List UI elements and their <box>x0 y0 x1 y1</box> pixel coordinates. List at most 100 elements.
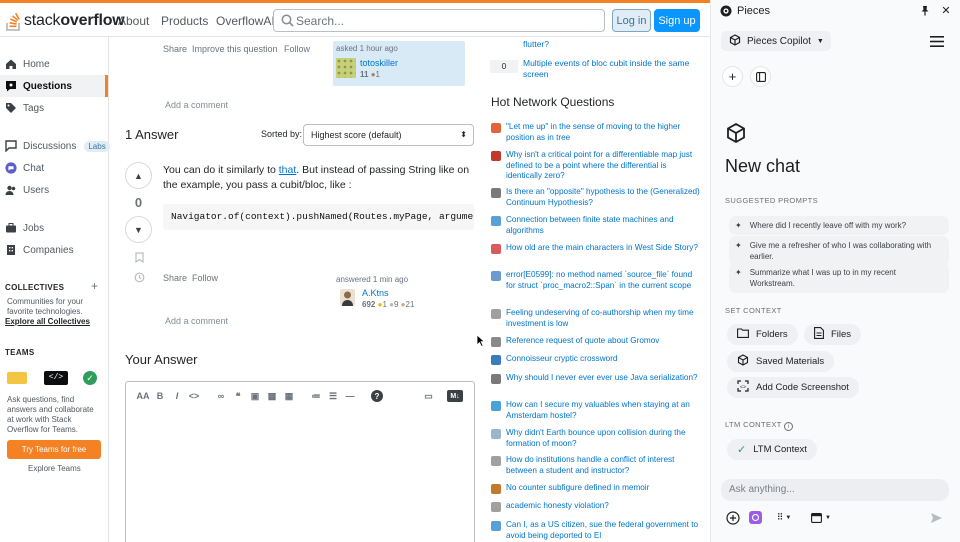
hot-question-link[interactable]: How do institutions handle a conflict of… <box>506 455 701 476</box>
follow-question-link[interactable]: Follow <box>284 44 310 54</box>
hot-question-link[interactable]: How can I secure my valuables when stayi… <box>506 400 701 421</box>
suggested-prompt[interactable]: ✦ Give me a refresher of who I was collab… <box>729 236 949 266</box>
context-folders-button[interactable]: Folders <box>727 324 798 345</box>
suggested-prompt[interactable]: ✦ Where did I recently leave off with my … <box>729 216 949 235</box>
hot-question-link[interactable]: Can I, as a US citizen, sue the federal … <box>506 520 701 541</box>
explore-teams-link[interactable]: Explore Teams <box>28 464 81 473</box>
sidebar-item-discussions[interactable]: Discussions Labs <box>0 135 110 157</box>
model-selector-icon[interactable] <box>749 511 762 524</box>
answerer-name[interactable]: A.Ktns <box>362 288 389 298</box>
stackoverflow-logo[interactable]: stackoverflow <box>6 9 125 33</box>
avatar[interactable] <box>336 58 356 78</box>
preview-icon[interactable]: ▭ <box>421 390 436 402</box>
sidebar-item-tags[interactable]: Tags <box>0 97 108 119</box>
snippet-selector-icon[interactable]: ⠿ ▼ <box>773 511 795 524</box>
add-attachment-icon[interactable] <box>725 510 740 525</box>
inline-code-icon[interactable]: <> <box>188 390 200 402</box>
ask-input-box[interactable] <box>721 479 949 501</box>
nav-overflowai[interactable]: OverflowAI <box>216 14 275 28</box>
add-comment-link[interactable]: Add a comment <box>165 100 228 110</box>
hot-question-link[interactable]: Is there an "opposite" hypothesis to the… <box>506 187 701 208</box>
hot-question-item[interactable]: Why didn't Earth bounce upon collision d… <box>491 428 701 449</box>
new-chat-button[interactable]: + <box>722 66 743 87</box>
improve-question-link[interactable]: Improve this question <box>192 44 278 54</box>
hot-question-link[interactable]: Why should I never ever ever use Java se… <box>506 373 698 384</box>
code-block-icon[interactable]: ▣ <box>249 390 261 402</box>
share-answer-link[interactable]: Share <box>163 273 187 283</box>
hot-question-item[interactable]: How can I secure my valuables when stayi… <box>491 400 701 421</box>
hot-question-item[interactable]: How do institutions handle a conflict of… <box>491 455 701 476</box>
hot-question-item[interactable]: Feeling undeserving of co-authorship whe… <box>491 308 701 329</box>
heading-icon[interactable]: AA <box>136 390 150 402</box>
toggle-sidebar-button[interactable] <box>750 66 771 87</box>
hot-question-link[interactable]: Feeling undeserving of co-authorship whe… <box>506 308 701 329</box>
context-add-screenshot-button[interactable]: <> Add Code Screenshot <box>727 377 859 398</box>
hot-question-link[interactable]: Connoisseur cryptic crossword <box>506 354 617 365</box>
blockquote-icon[interactable]: ❝ <box>232 390 244 402</box>
hot-question-link[interactable]: error[E0599]: no method named `source_fi… <box>506 270 701 291</box>
nav-about[interactable]: About <box>118 14 149 28</box>
info-icon[interactable]: i <box>784 422 794 431</box>
history-icon[interactable] <box>133 271 145 283</box>
image-icon[interactable]: ▩ <box>266 390 278 402</box>
help-icon[interactable]: ? <box>371 390 383 402</box>
context-files-button[interactable]: Files <box>804 324 862 345</box>
hot-question-item[interactable]: "Let me up" in the sense of moving to th… <box>491 122 701 143</box>
sidebar-item-questions[interactable]: Questions <box>0 75 108 97</box>
send-icon[interactable] <box>929 511 943 524</box>
hot-question-link[interactable]: Why isn't a critical point for a differe… <box>506 150 701 182</box>
share-question-link[interactable]: Share <box>163 44 187 54</box>
related-question-link[interactable]: flutter? <box>523 39 549 50</box>
signup-button[interactable]: Sign up <box>654 9 700 32</box>
follow-answer-link[interactable]: Follow <box>192 273 218 283</box>
avatar[interactable] <box>340 289 355 306</box>
hot-question-item[interactable]: academic honesty violation? <box>491 501 701 512</box>
hot-question-link[interactable]: "Let me up" in the sense of moving to th… <box>506 122 701 143</box>
nav-products[interactable]: Products <box>161 14 208 28</box>
try-teams-button[interactable]: Try Teams for free <box>7 440 101 459</box>
hot-question-item[interactable]: No counter subfigure defined in memoir <box>491 483 701 494</box>
hot-question-link[interactable]: Reference request of quote about Gromov <box>506 336 659 347</box>
downvote-button[interactable]: ▼ <box>125 216 152 243</box>
table-icon[interactable]: ▦ <box>283 390 295 402</box>
hot-question-link[interactable]: Connection between finite state machines… <box>506 215 701 236</box>
add-comment-link[interactable]: Add a comment <box>165 316 228 326</box>
add-collective-icon[interactable]: + <box>91 279 98 293</box>
bookmark-icon[interactable] <box>133 251 145 263</box>
bullet-list-icon[interactable]: ☰ <box>327 390 339 402</box>
sidebar-item-home[interactable]: Home <box>0 53 108 75</box>
asker-name[interactable]: totoskiller <box>360 58 398 68</box>
login-button[interactable]: Log in <box>612 9 651 32</box>
sort-select[interactable]: Highest score (default) ⬍ <box>303 124 474 146</box>
sidebar-item-companies[interactable]: Companies <box>0 239 108 261</box>
calendar-selector-icon[interactable]: ▼ <box>809 511 833 524</box>
hot-question-link[interactable]: How old are the main characters in West … <box>506 243 698 254</box>
ordered-list-icon[interactable]: ≔ <box>310 390 322 402</box>
hot-question-item[interactable]: Connection between finite state machines… <box>491 215 701 236</box>
sidebar-item-users[interactable]: Users <box>0 179 108 201</box>
markdown-icon[interactable]: M↓ <box>447 390 463 402</box>
close-icon[interactable]: ✕ <box>940 4 952 17</box>
hot-question-item[interactable]: Can I, as a US citizen, sue the federal … <box>491 520 701 541</box>
sidebar-item-chat[interactable]: Chat <box>0 157 108 179</box>
hot-question-item[interactable]: Why should I never ever ever use Java se… <box>491 373 701 384</box>
ask-input[interactable] <box>729 484 939 495</box>
hot-question-item[interactable]: Is there an "opposite" hypothesis to the… <box>491 187 701 208</box>
copilot-selector[interactable]: Pieces Copilot ▼ <box>721 31 831 51</box>
context-saved-materials-button[interactable]: Saved Materials <box>727 351 835 372</box>
search-box[interactable] <box>273 9 605 32</box>
answer-editor[interactable]: AA B I <> ∞ ❝ ▣ ▩ ▦ ≔ ☰ — ? ▭ M↓ <box>125 381 475 542</box>
hot-question-item[interactable]: How old are the main characters in West … <box>491 243 701 254</box>
hot-question-item[interactable]: Connoisseur cryptic crossword <box>491 354 701 365</box>
hot-question-link[interactable]: academic honesty violation? <box>506 501 609 512</box>
related-question-link[interactable]: Multiple events of bloc cubit inside the… <box>523 58 703 80</box>
suggested-prompt[interactable]: ✦ Summarize what I was up to in my recent… <box>729 263 949 293</box>
link-icon[interactable]: ∞ <box>215 390 227 402</box>
hamburger-menu-icon[interactable] <box>929 34 945 48</box>
explore-collectives-link[interactable]: Explore all Collectives <box>5 317 90 326</box>
pin-icon[interactable] <box>919 4 931 16</box>
ltm-context-button[interactable]: ✓ LTM Context <box>727 439 817 460</box>
hot-question-item[interactable]: Why isn't a critical point for a differe… <box>491 150 701 182</box>
sidebar-item-jobs[interactable]: Jobs <box>0 217 108 239</box>
answer-link[interactable]: that <box>279 164 297 176</box>
